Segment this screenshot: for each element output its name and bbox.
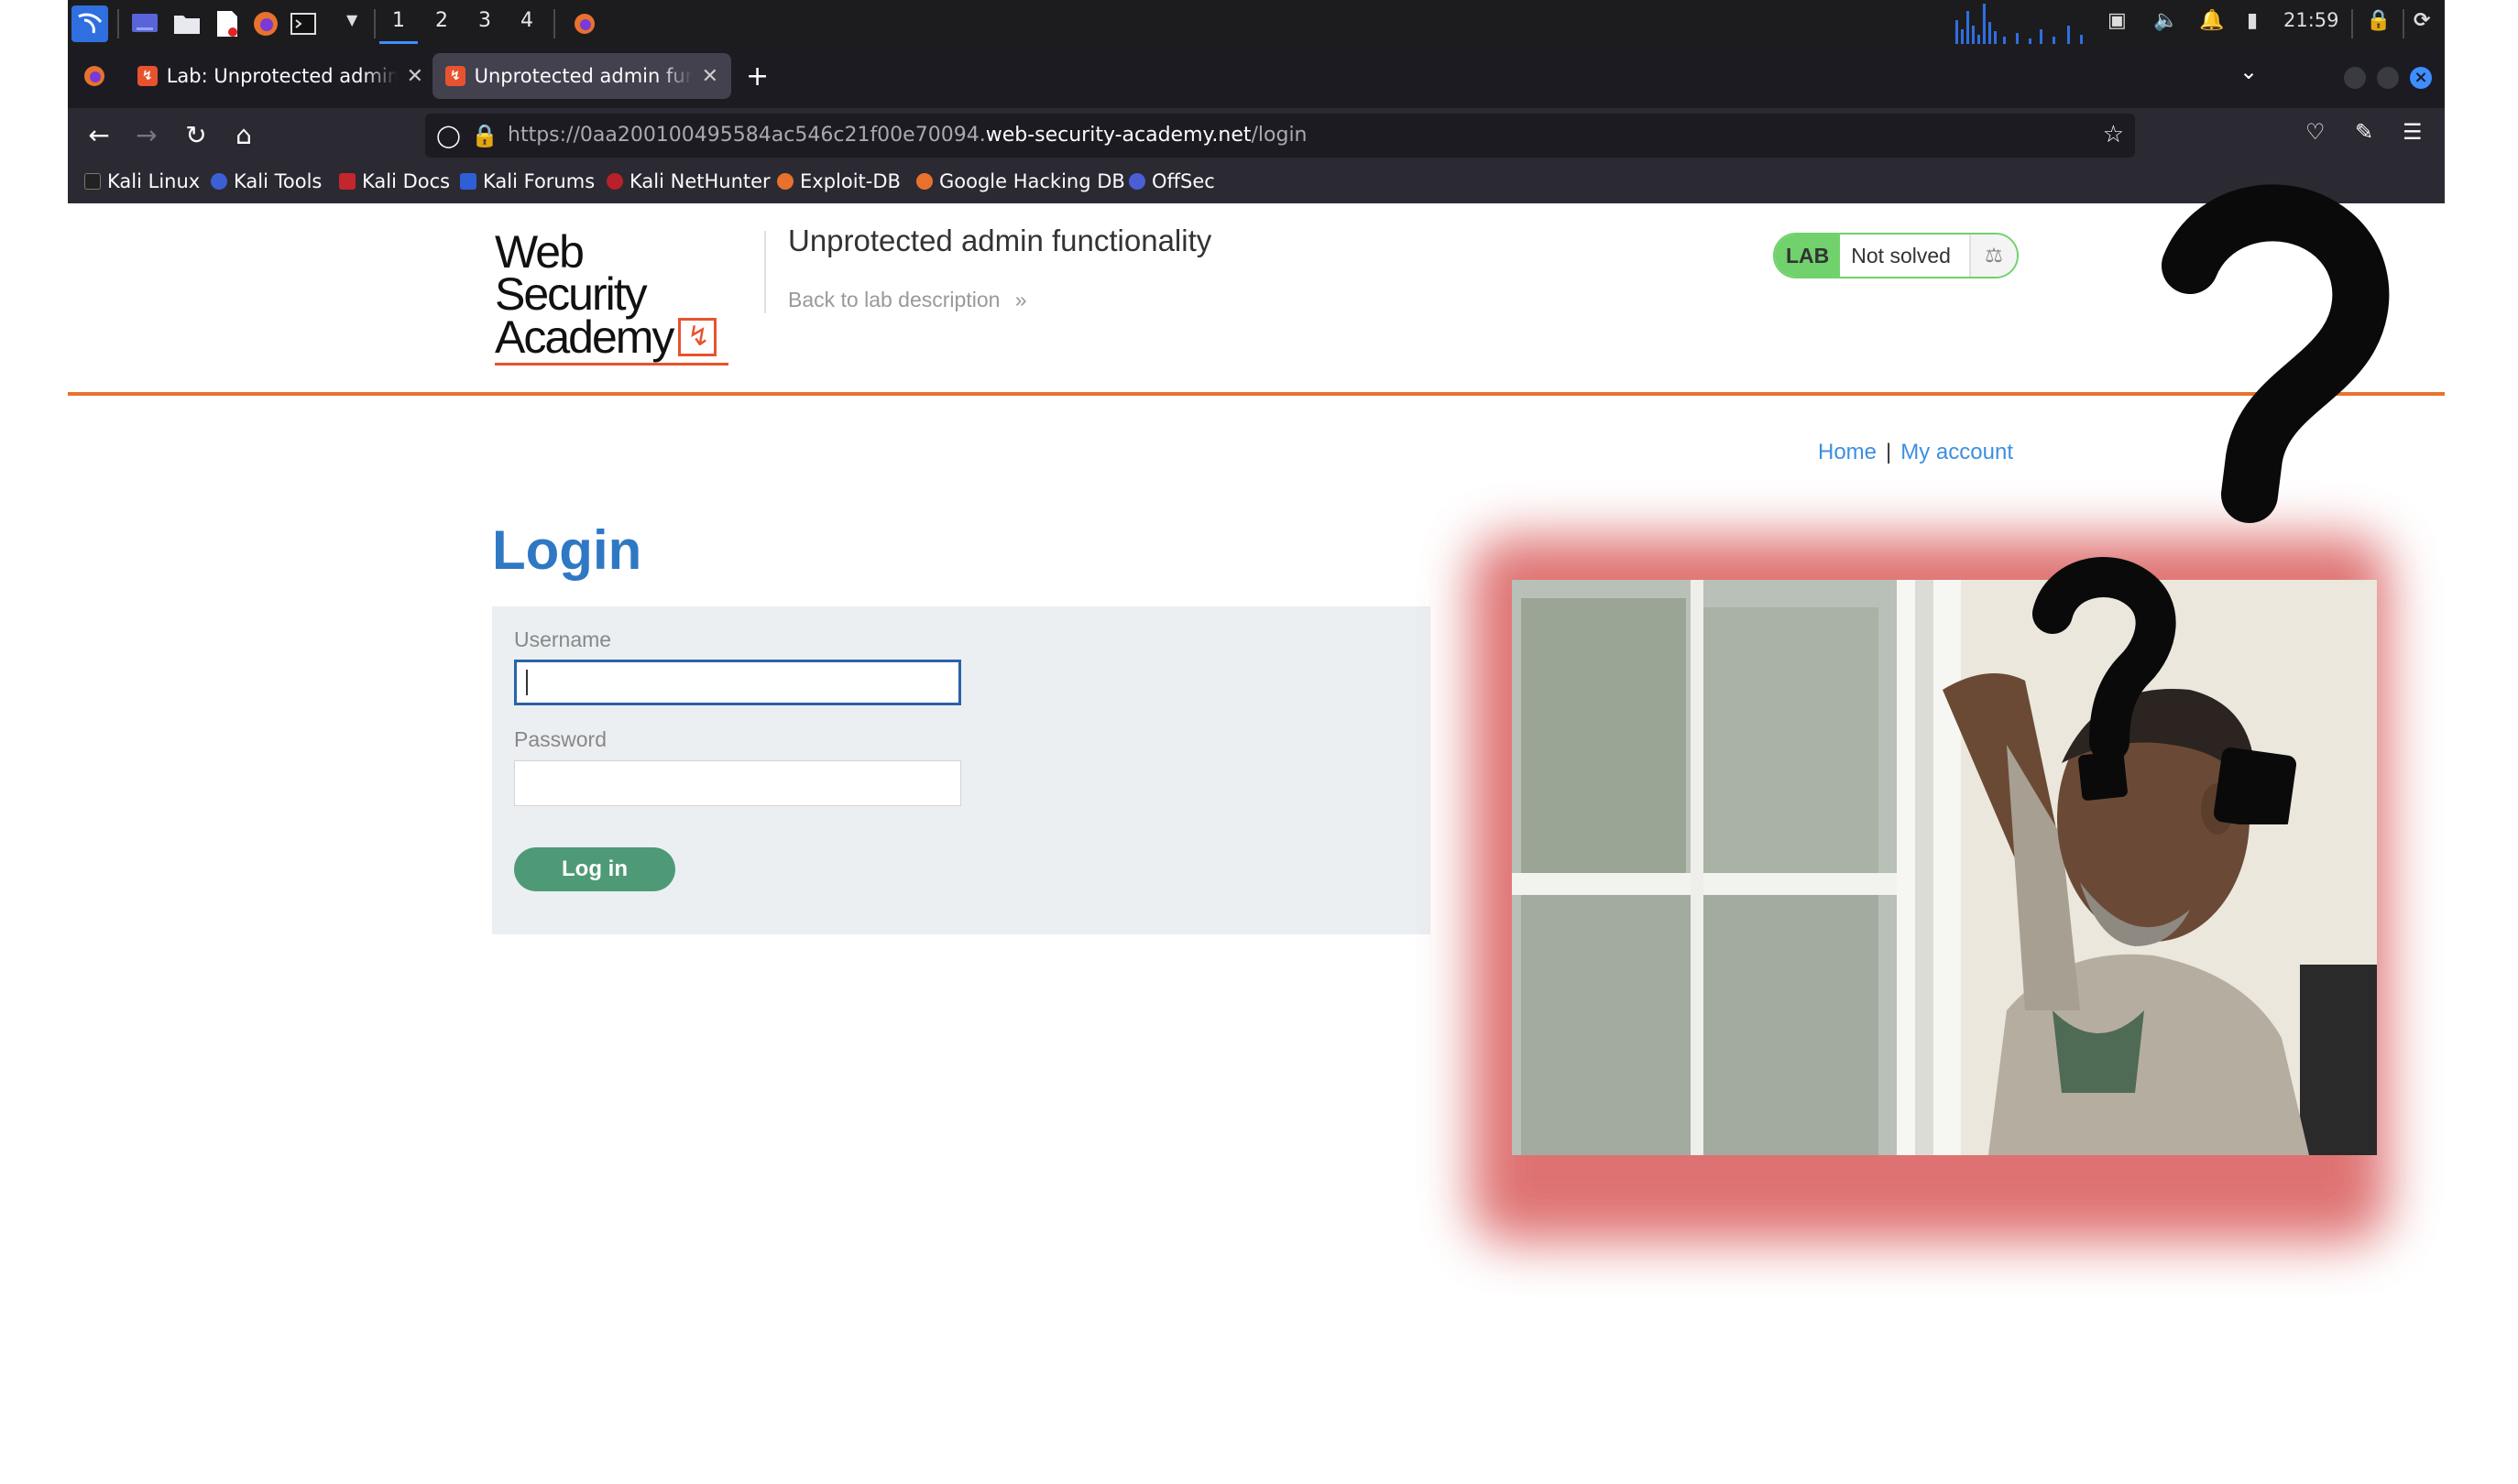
- question-marks-icon: [2032, 184, 2390, 824]
- minimize-button[interactable]: [2344, 67, 2366, 89]
- logo-text-line1: Web Security: [495, 226, 648, 320]
- workspace-3[interactable]: 3: [471, 9, 498, 32]
- page-title: Login: [492, 519, 642, 581]
- bookmark-exploit-db[interactable]: Exploit-DB: [777, 170, 901, 192]
- bookmark-offsec[interactable]: OffSec: [1129, 170, 1215, 192]
- clock[interactable]: 21:59: [2283, 9, 2339, 31]
- files-icon[interactable]: [169, 5, 205, 42]
- lab-badge-label: LAB: [1775, 235, 1841, 277]
- kali-forums-icon: [460, 173, 476, 190]
- bookmark-kali-docs[interactable]: Kali Docs: [339, 170, 450, 192]
- username-input[interactable]: [514, 660, 961, 705]
- navigation-toolbar: ← → ↻ ⌂ ◯ 🔒 https://0aa200100495584ac546…: [68, 108, 2445, 163]
- cpu-graph: [1955, 4, 2083, 44]
- kali-tools-icon: [211, 173, 227, 190]
- bookmark-kali-linux[interactable]: Kali Linux: [84, 170, 200, 192]
- close-icon[interactable]: ✕: [407, 65, 423, 88]
- display-icon[interactable]: ▣: [2107, 9, 2127, 32]
- password-label: Password: [514, 727, 607, 751]
- lock-icon[interactable]: 🔒: [2366, 9, 2391, 32]
- battery-icon[interactable]: ▮: [2247, 9, 2258, 32]
- shield-icon[interactable]: ◯: [436, 123, 461, 148]
- bookmark-label: Kali Docs: [362, 170, 451, 192]
- bookmark-label: Kali Tools: [234, 170, 323, 192]
- workspace-2[interactable]: 2: [428, 9, 455, 32]
- lab-status-badge: LAB Not solved ⚖: [1773, 233, 2019, 278]
- close-icon[interactable]: ✕: [702, 65, 718, 88]
- desktop-icon[interactable]: [126, 5, 163, 42]
- back-to-lab-link[interactable]: Back to lab description »: [788, 288, 1027, 312]
- lab-title: Unprotected admin functionality: [788, 224, 1212, 257]
- home-icon[interactable]: ⌂: [225, 117, 262, 154]
- bookmark-label: Exploit-DB: [800, 170, 901, 192]
- firefox-icon[interactable]: [247, 5, 284, 42]
- kali-menu-icon[interactable]: [71, 5, 108, 42]
- nethunter-icon: [607, 173, 623, 190]
- tab-lab-description[interactable]: ↯ Lab: Unprotected admin f ✕: [125, 53, 436, 99]
- text-editor-icon[interactable]: [209, 5, 246, 42]
- power-icon[interactable]: ⟳: [2414, 9, 2430, 32]
- password-input[interactable]: [514, 760, 961, 806]
- back-arrow-icon[interactable]: ←: [81, 117, 117, 154]
- terminal-icon[interactable]: [286, 5, 323, 42]
- ghdb-icon: [916, 173, 933, 190]
- offsec-icon: [1129, 173, 1145, 190]
- padlock-icon[interactable]: 🔒: [471, 123, 498, 148]
- volume-icon[interactable]: 🔈: [2153, 9, 2178, 32]
- bookmark-label: Kali NetHunter: [630, 170, 771, 192]
- extensions-icon[interactable]: ✎: [2355, 119, 2373, 145]
- bookmark-kali-tools[interactable]: Kali Tools: [211, 170, 322, 192]
- bookmark-google-hacking-db[interactable]: Google Hacking DB: [916, 170, 1125, 192]
- bookmark-label: Google Hacking DB: [939, 170, 1125, 192]
- close-window-button[interactable]: ×: [2410, 67, 2432, 89]
- bookmark-label: OffSec: [1152, 170, 1215, 192]
- bookmark-kali-nethunter[interactable]: Kali NetHunter: [607, 170, 771, 192]
- back-link-label: Back to lab description: [788, 288, 1001, 311]
- tab-login[interactable]: ↯ Unprotected admin functi ✕: [432, 53, 731, 99]
- double-chevron-right-icon: »: [1014, 288, 1027, 311]
- pocket-icon[interactable]: ♡: [2305, 119, 2326, 145]
- bookmark-label: Kali Forums: [483, 170, 596, 192]
- forward-arrow-icon[interactable]: →: [128, 117, 165, 154]
- portswigger-icon: ↯: [137, 66, 158, 86]
- tab-title: Unprotected admin functi: [474, 65, 693, 87]
- workspace-4[interactable]: 4: [513, 9, 541, 32]
- log-in-button[interactable]: Log in: [514, 847, 675, 891]
- system-panel: ▼ 1 2 3 4 ▣ 🔈 🔔 ▮ 21:59 🔒 ⟳: [68, 0, 2445, 54]
- logo-text-line2: Academy: [495, 311, 674, 363]
- bookmark-kali-forums[interactable]: Kali Forums: [460, 170, 595, 192]
- chevron-down-icon[interactable]: ▼: [346, 11, 357, 28]
- kali-icon: [84, 173, 101, 190]
- home-link[interactable]: Home: [1818, 440, 1877, 464]
- firefox-window-button[interactable]: [561, 5, 608, 54]
- menu-icon[interactable]: ☰: [2403, 119, 2423, 145]
- firefox-view-icon[interactable]: [82, 64, 106, 92]
- lightning-bolt-icon: ↯: [678, 318, 717, 356]
- text-caret: [526, 670, 528, 695]
- reload-icon[interactable]: ↻: [178, 117, 214, 154]
- bookmark-star-icon[interactable]: ☆: [2103, 121, 2124, 148]
- tab-strip: ↯ Lab: Unprotected admin f ✕ ↯ Unprotect…: [68, 48, 2445, 108]
- nav-separator: |: [1886, 440, 1892, 464]
- username-label: Username: [514, 627, 612, 651]
- site-nav: Home | My account: [1818, 440, 2013, 465]
- lab-status-text: Not solved: [1840, 235, 1971, 277]
- url-bar[interactable]: ◯ 🔒 https://0aa200100495584ac546c21f00e7…: [425, 114, 2135, 158]
- kali-docs-icon: [339, 173, 356, 190]
- workspace-1[interactable]: 1: [379, 9, 418, 44]
- url-text[interactable]: https://0aa200100495584ac546c21f00e70094…: [508, 124, 1308, 147]
- tab-title: Lab: Unprotected admin f: [166, 65, 398, 87]
- new-tab-button[interactable]: +: [746, 60, 769, 93]
- list-tabs-chevron-icon[interactable]: ⌄: [2239, 59, 2258, 84]
- header-divider: [764, 231, 766, 313]
- maximize-button[interactable]: [2377, 67, 2399, 89]
- portswigger-icon: ↯: [445, 66, 465, 86]
- exploit-db-icon: [777, 173, 794, 190]
- web-security-academy-logo[interactable]: Web Security Academy ↯: [495, 226, 728, 366]
- login-form: Username Password Log in: [492, 606, 1430, 934]
- bookmark-label: Kali Linux: [107, 170, 201, 192]
- bell-icon[interactable]: 🔔: [2199, 9, 2224, 32]
